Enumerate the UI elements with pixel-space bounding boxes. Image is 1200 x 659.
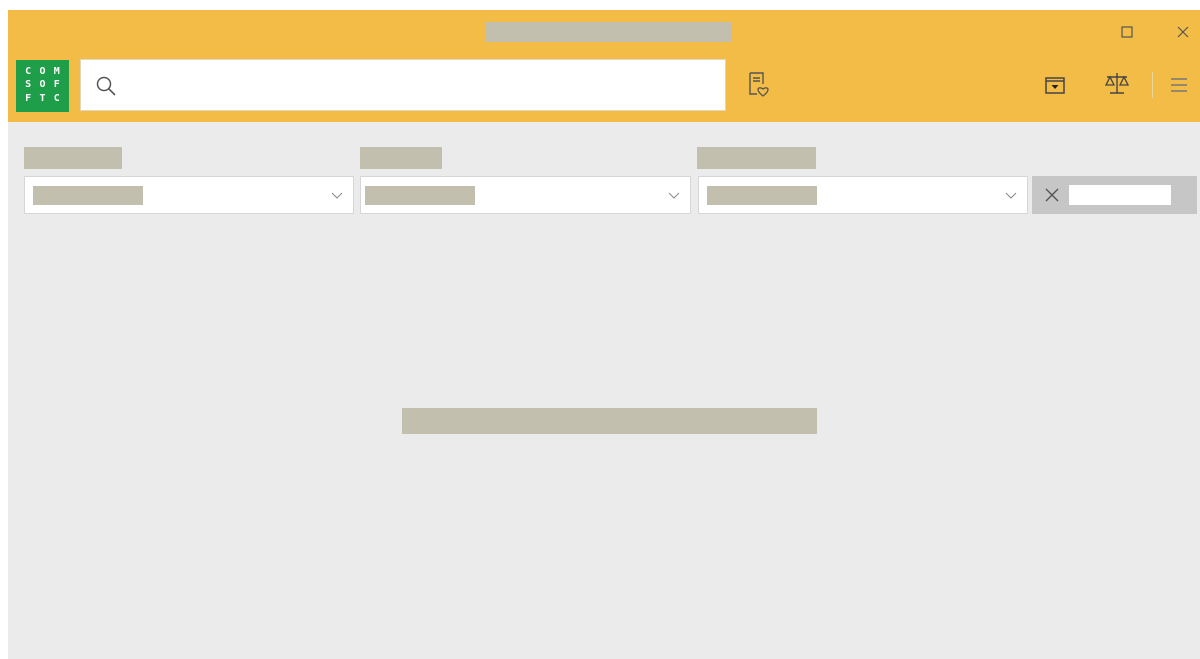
chevron-down-icon bbox=[331, 192, 343, 199]
dropdown-value bbox=[365, 186, 475, 205]
close-icon bbox=[1177, 26, 1189, 38]
clear-filters-button[interactable] bbox=[1032, 176, 1197, 214]
compare-button[interactable] bbox=[1102, 69, 1132, 99]
dropdown-value bbox=[33, 186, 143, 205]
logo-letter: S bbox=[25, 79, 32, 91]
logo-letter: C bbox=[53, 92, 60, 104]
toolbar: C O M S O F F T C bbox=[8, 54, 1200, 122]
logo-letter: C bbox=[25, 66, 32, 77]
search-input[interactable] bbox=[127, 70, 721, 102]
filter-dropdown[interactable] bbox=[698, 176, 1028, 214]
favorites-button[interactable] bbox=[744, 70, 774, 100]
logo-letter: O bbox=[39, 66, 46, 77]
app-logo[interactable]: C O M S O F F T C bbox=[16, 60, 69, 112]
logo-letter: F bbox=[53, 79, 60, 91]
folder-icon bbox=[1045, 77, 1065, 94]
window-title bbox=[485, 22, 732, 42]
toolbar-divider bbox=[1152, 72, 1153, 98]
empty-state-message bbox=[402, 408, 817, 434]
logo-letter: T bbox=[39, 92, 46, 104]
menu-icon bbox=[1171, 78, 1187, 92]
dropdown-value bbox=[707, 186, 817, 205]
logo-letter: M bbox=[53, 66, 60, 77]
filter-label bbox=[697, 147, 816, 169]
maximize-icon bbox=[1121, 26, 1133, 38]
menu-button[interactable] bbox=[1164, 70, 1194, 100]
title-bar bbox=[8, 10, 1200, 54]
folder-button[interactable] bbox=[1040, 70, 1070, 100]
chevron-down-icon bbox=[1005, 192, 1017, 199]
filter-label bbox=[360, 147, 442, 169]
filter-label bbox=[24, 147, 122, 169]
close-icon bbox=[1045, 188, 1059, 202]
filter-dropdown[interactable] bbox=[24, 176, 354, 214]
filter-dropdown[interactable] bbox=[360, 176, 691, 214]
scale-icon bbox=[1104, 73, 1130, 94]
logo-letter: F bbox=[25, 92, 32, 104]
maximize-button[interactable] bbox=[1112, 18, 1142, 46]
search-box[interactable] bbox=[80, 59, 726, 111]
logo-letter: O bbox=[39, 79, 46, 91]
app-window: C O M S O F F T C bbox=[8, 10, 1200, 659]
chevron-down-icon bbox=[668, 192, 680, 199]
clear-filters-label bbox=[1069, 185, 1171, 205]
favorites-icon bbox=[749, 72, 769, 97]
close-button[interactable] bbox=[1168, 18, 1198, 46]
search-icon bbox=[96, 76, 116, 96]
